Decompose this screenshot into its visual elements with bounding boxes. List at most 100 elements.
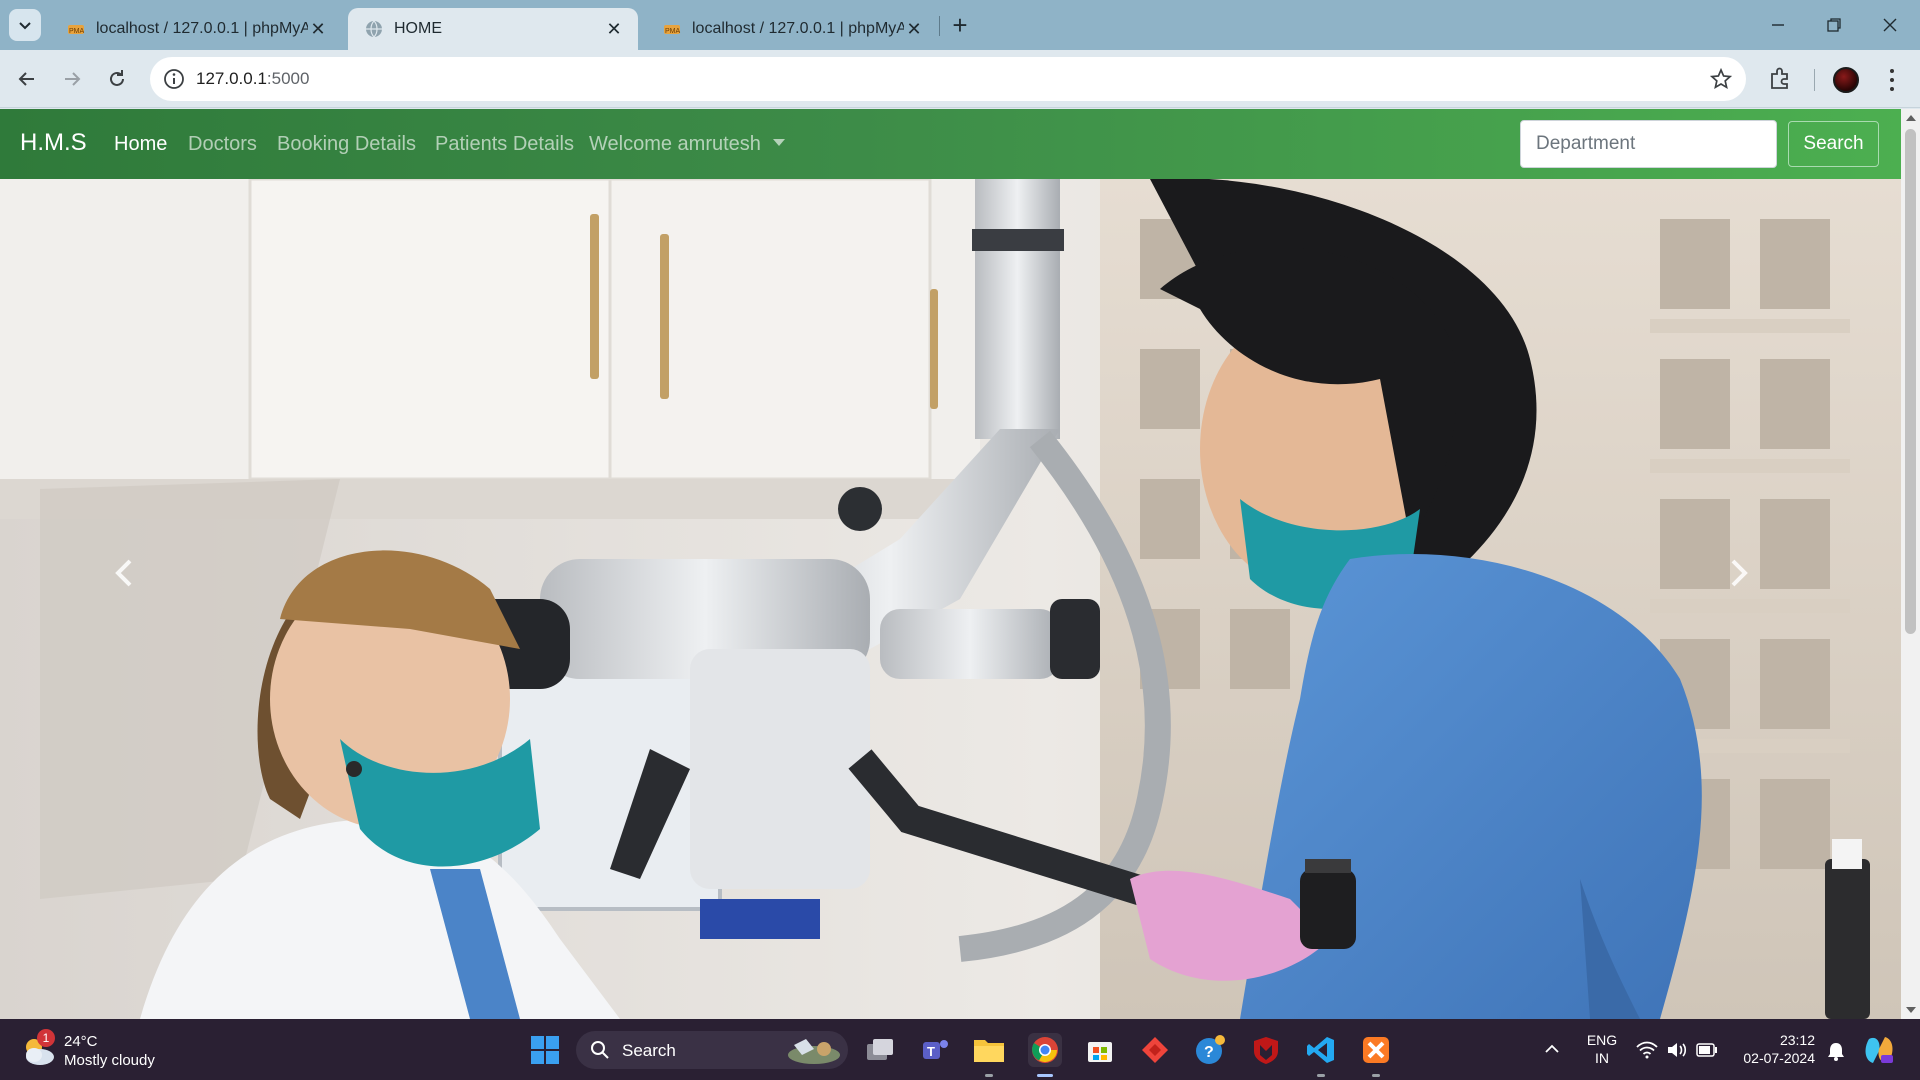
page-scrollbar[interactable] [1901, 109, 1920, 1019]
browser-toolbar: 127.0.0.1:5000 [0, 50, 1920, 108]
chevron-left-icon [115, 559, 132, 587]
url-port: :5000 [266, 69, 310, 88]
task-view-icon[interactable] [863, 1033, 897, 1067]
close-tab-icon[interactable]: ✕ [308, 19, 328, 39]
scroll-down-arrow-icon[interactable] [1906, 1007, 1916, 1013]
browser-tab-home[interactable]: HOME ✕ [348, 8, 638, 50]
back-button[interactable] [9, 61, 45, 97]
help-glyph-icon: ? [1196, 1035, 1225, 1064]
tab-separator [939, 16, 940, 36]
tab-title: localhost / 127.0.0.1 | phpMyAdmin [692, 20, 904, 37]
battery-icon[interactable] [1696, 1043, 1718, 1057]
nav-link-doctors[interactable]: Doctors [188, 133, 257, 156]
department-search-input[interactable] [1520, 120, 1777, 168]
help-app-icon[interactable]: ? [1193, 1033, 1227, 1067]
minimize-button[interactable] [1750, 0, 1806, 50]
taskbar-search-box[interactable]: Search [576, 1031, 848, 1069]
scroll-up-arrow-icon[interactable] [1906, 115, 1916, 121]
store-glyph-icon [1088, 1042, 1112, 1062]
anydesk-icon[interactable] [1138, 1033, 1172, 1067]
weather-widget[interactable]: 1 24°C Mostly cloudy [20, 1029, 180, 1071]
carousel-prev-button[interactable] [112, 559, 172, 619]
chrome-glyph-icon [1032, 1037, 1058, 1063]
arrow-left-icon [18, 72, 34, 86]
extensions-puzzle-icon[interactable] [1766, 65, 1794, 93]
toolbar-separator [1814, 69, 1815, 91]
nav-link-home[interactable]: Home [114, 133, 167, 156]
svg-text:PMA: PMA [665, 28, 681, 35]
browser-tab-phpmyadmin-2[interactable]: PMA localhost / 127.0.0.1 | phpMyAdmin ✕ [646, 8, 938, 50]
browser-tab-phpmyadmin-1[interactable]: PMA localhost / 127.0.0.1 | phpMyAdmin ✕ [50, 8, 342, 50]
close-window-button[interactable] [1862, 0, 1918, 50]
reload-button[interactable] [99, 61, 135, 97]
weather-temperature: 24°C [64, 1033, 98, 1050]
chevron-down-icon [19, 22, 31, 30]
site-info-icon[interactable] [162, 67, 186, 91]
chevron-right-icon [1731, 559, 1748, 587]
windows-taskbar: 1 24°C Mostly cloudy Search T ? ENG IN 2… [0, 1019, 1920, 1080]
close-icon [1883, 18, 1897, 32]
site-brand[interactable]: H.M.S [20, 129, 87, 157]
xampp-icon[interactable] [1359, 1033, 1393, 1077]
vscode-glyph-icon [1307, 1037, 1334, 1063]
search-button[interactable]: Search [1788, 121, 1879, 167]
scrollbar-thumb[interactable] [1905, 129, 1916, 634]
bookmark-star-icon[interactable] [1710, 68, 1732, 90]
start-button[interactable] [528, 1033, 562, 1067]
search-highlight-icon [788, 1039, 840, 1064]
mcafee-icon[interactable] [1249, 1033, 1283, 1067]
copilot-icon[interactable] [1863, 1035, 1895, 1065]
globe-icon [366, 20, 382, 38]
weather-condition: Mostly cloudy [64, 1052, 155, 1069]
restore-button[interactable] [1806, 0, 1862, 50]
microsoft-store-icon[interactable] [1083, 1033, 1117, 1067]
reload-icon [110, 70, 124, 86]
diamond-app-icon [1142, 1037, 1168, 1063]
vscode-icon[interactable] [1304, 1033, 1338, 1077]
user-dropdown-toggle[interactable]: Welcome amrutesh [589, 133, 785, 156]
file-explorer-icon[interactable] [972, 1033, 1006, 1077]
clock-time: 23:12 [1779, 1032, 1815, 1048]
svg-text:PMA: PMA [69, 28, 85, 35]
arrow-right-icon [65, 72, 81, 86]
wifi-icon[interactable] [1636, 1041, 1658, 1059]
carousel-next-button[interactable] [1727, 559, 1787, 619]
folder-icon [974, 1040, 1004, 1062]
caret-down-icon [772, 139, 785, 147]
browser-menu-button[interactable] [1880, 67, 1904, 93]
svg-text:?: ? [1204, 1044, 1214, 1061]
nav-link-booking-details[interactable]: Booking Details [277, 133, 416, 156]
xampp-glyph-icon [1363, 1037, 1389, 1063]
url-text: 127.0.0.1:5000 [196, 69, 309, 89]
shield-icon [1254, 1037, 1278, 1064]
address-bar[interactable]: 127.0.0.1:5000 [150, 57, 1746, 101]
clock-date: 02-07-2024 [1743, 1050, 1815, 1066]
notification-bell-icon[interactable] [1827, 1041, 1845, 1061]
profile-avatar[interactable] [1833, 67, 1859, 93]
forward-button[interactable] [54, 61, 90, 97]
chevron-up-icon[interactable] [1544, 1041, 1560, 1057]
close-tab-icon[interactable]: ✕ [604, 19, 624, 39]
taskbar-search-label: Search [622, 1041, 676, 1060]
nav-link-patients-details[interactable]: Patients Details [435, 133, 574, 156]
tab-search-button[interactable] [9, 9, 41, 41]
tab-title: localhost / 127.0.0.1 | phpMyAdmin [96, 20, 308, 37]
weather-badge: 1 [37, 1029, 55, 1047]
task-view-glyph-icon [867, 1039, 893, 1060]
teams-icon[interactable]: T [918, 1033, 952, 1067]
hero-carousel [0, 179, 1901, 1019]
region-code: IN [1595, 1050, 1609, 1066]
url-host: 127.0.0.1 [196, 69, 267, 88]
page-viewport: H.M.S Home Doctors Booking Details Patie… [0, 109, 1920, 1019]
system-clock[interactable]: 23:12 02-07-2024 [1735, 1031, 1815, 1067]
chrome-icon[interactable] [1028, 1033, 1062, 1077]
new-tab-button[interactable]: + [944, 9, 976, 41]
svg-text:T: T [927, 1044, 935, 1059]
dental-microscope-photo [0, 179, 1901, 1019]
user-dropdown-label: Welcome amrutesh [589, 133, 761, 155]
lang-code: ENG [1586, 1032, 1618, 1048]
close-tab-icon[interactable]: ✕ [904, 19, 924, 39]
minimize-icon [1772, 24, 1784, 26]
language-indicator[interactable]: ENG IN [1585, 1031, 1619, 1067]
volume-icon[interactable] [1666, 1041, 1688, 1059]
